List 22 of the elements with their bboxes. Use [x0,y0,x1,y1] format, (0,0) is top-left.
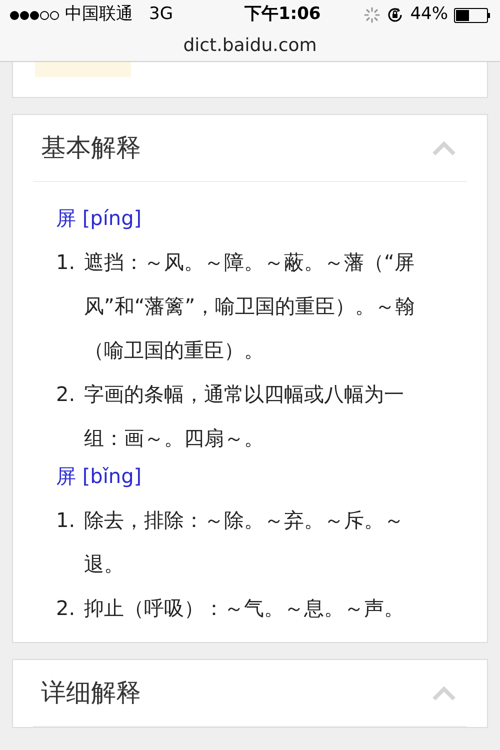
network-type: 3G [149,3,173,26]
collapse-toggle[interactable] [431,140,457,156]
carrier-name: 中国联通 [65,3,133,26]
pronunciation-heading: 屏 [píng] [56,205,143,232]
pronunciation-heading: 屏 [bǐng] [56,463,143,490]
definition-text: 字画的条幅，通常以四幅或八幅为一组：画～。四扇～。 [84,381,405,452]
list-number: 2. [56,595,76,622]
rotation-lock-icon [386,6,404,24]
url-text[interactable]: dict.baidu.com [183,32,317,59]
list-number: 1. [56,249,76,276]
battery-percent: 44% [410,3,448,26]
definition-text: 除去，排除：～除。～弃。～斥。～退。 [84,507,405,578]
battery-icon [454,8,490,22]
list-number: 1. [56,507,76,534]
section-title: 详细解释 [41,677,141,710]
definition-text: 抑止（呼吸）：～气。～息。～声。 [84,595,405,622]
activity-spinner-icon [364,7,380,23]
clock-time: 下午1:06 [244,3,321,26]
definition-text: 遮挡：～风。～障。～蔽。～藩（“屏风”和“藩篱”，喻卫国的重臣）。～翰（喻卫国的重臣）。 [84,249,416,364]
section-title: 基本解释 [41,132,141,164]
collapse-toggle[interactable] [431,685,457,701]
list-number: 2. [56,381,76,408]
